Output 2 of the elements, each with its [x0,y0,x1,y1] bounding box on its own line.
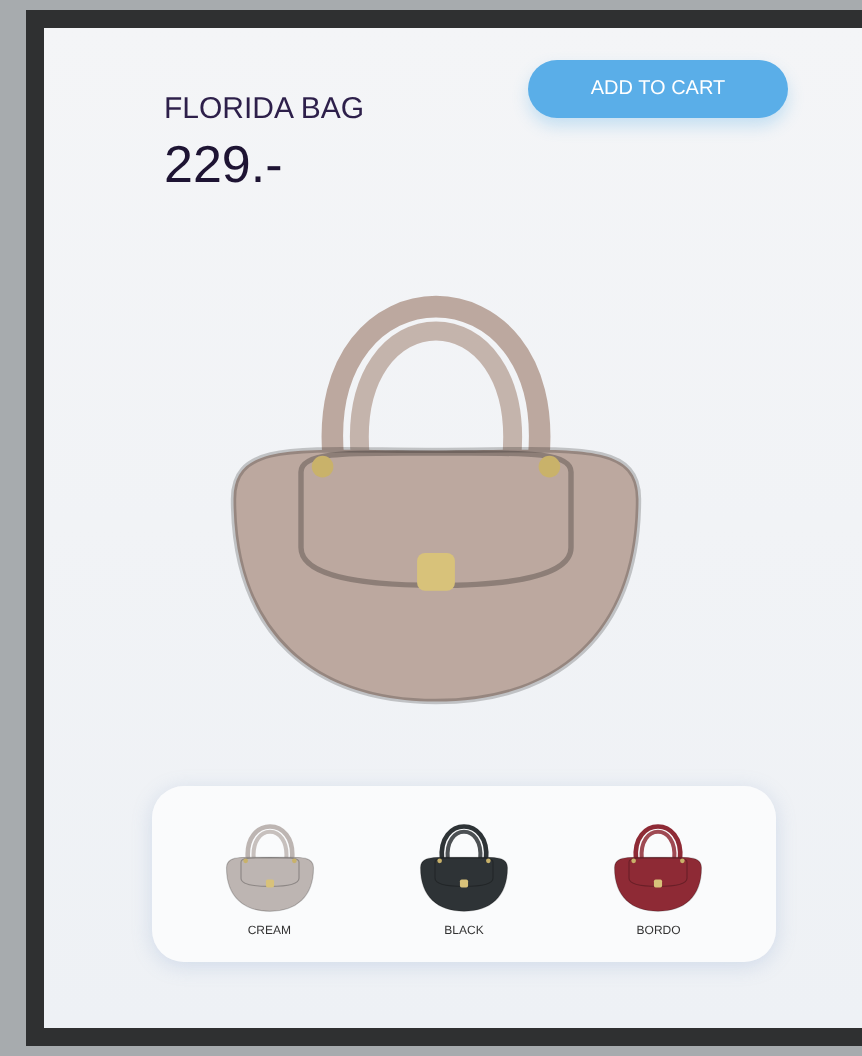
product-name: FLORIDA BAG [164,90,365,130]
product-price: 229.- [164,133,285,193]
